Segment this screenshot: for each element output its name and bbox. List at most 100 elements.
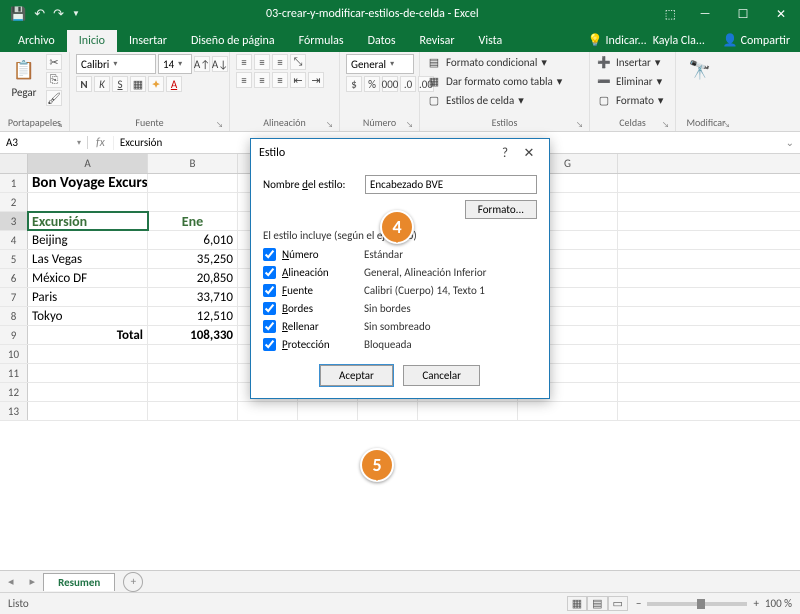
align-bottom-icon[interactable]: ≡	[272, 54, 288, 70]
col-header[interactable]: B	[148, 154, 238, 173]
col-header[interactable]: A	[28, 154, 148, 173]
cell[interactable]	[148, 345, 238, 363]
ribbon-display-icon[interactable]: ⬚	[661, 7, 680, 22]
zoom-level[interactable]: 100 %	[765, 597, 792, 610]
bold-icon[interactable]: N	[76, 76, 92, 92]
tab-formulas[interactable]: Fórmulas	[287, 30, 356, 52]
cell[interactable]	[518, 402, 618, 420]
cancel-button[interactable]: Cancelar	[403, 365, 480, 386]
cell[interactable]: 12,510	[148, 307, 238, 325]
minimize-button[interactable]: —	[686, 0, 724, 28]
row-header[interactable]: 2	[0, 193, 28, 211]
cell[interactable]: México DF	[28, 269, 148, 287]
expand-formula-icon[interactable]: ⌄	[780, 136, 800, 149]
increase-font-icon[interactable]: A↑	[194, 56, 210, 72]
cut-icon[interactable]: ✂	[46, 54, 62, 70]
include-checkbox[interactable]	[263, 248, 276, 261]
align-right-icon[interactable]: ≡	[272, 72, 288, 88]
align-middle-icon[interactable]: ≡	[254, 54, 270, 70]
cell[interactable]	[28, 193, 148, 211]
row-header[interactable]: 4	[0, 231, 28, 249]
row-header[interactable]: 9	[0, 326, 28, 344]
align-left-icon[interactable]: ≡	[236, 72, 252, 88]
ok-button[interactable]: Aceptar	[320, 365, 393, 386]
qat-dropdown-icon[interactable]: ▼	[72, 9, 80, 19]
increase-indent-icon[interactable]: ⇥	[308, 72, 324, 88]
include-checkbox[interactable]	[263, 302, 276, 315]
sheet-nav-next[interactable]: ▸	[22, 575, 44, 588]
conditional-format-button[interactable]: ▤Formato condicional ▾	[426, 54, 547, 70]
insert-cells-button[interactable]: ➕Insertar ▾	[596, 54, 660, 70]
cell[interactable]: Tokyo	[28, 307, 148, 325]
cell[interactable]: Excursión	[28, 212, 148, 230]
font-size-combo[interactable]: 14	[158, 54, 192, 74]
add-sheet-button[interactable]: +	[123, 572, 143, 592]
font-color-icon[interactable]: A	[166, 76, 182, 92]
underline-icon[interactable]: S	[112, 76, 128, 92]
tab-review[interactable]: Revisar	[408, 30, 467, 52]
cell[interactable]: Total	[28, 326, 148, 344]
find-button[interactable]: 🔭	[682, 54, 718, 86]
include-checkbox[interactable]	[263, 338, 276, 351]
increase-decimal-icon[interactable]: .0	[400, 76, 416, 92]
include-checkbox[interactable]	[263, 266, 276, 279]
cell[interactable]	[28, 402, 148, 420]
close-button[interactable]: ✕	[762, 0, 800, 28]
name-box[interactable]: A3	[0, 136, 88, 149]
cell[interactable]: 20,850	[148, 269, 238, 287]
cell[interactable]	[238, 402, 298, 420]
cell[interactable]: 6,010	[148, 231, 238, 249]
save-icon[interactable]: 💾	[10, 7, 26, 22]
dialog-close-button[interactable]: ✕	[517, 146, 541, 161]
italic-icon[interactable]: K	[94, 76, 110, 92]
cell[interactable]: Las Vegas	[28, 250, 148, 268]
dialog-help-button[interactable]: ?	[493, 146, 517, 161]
maximize-button[interactable]: ☐	[724, 0, 762, 28]
row-header[interactable]: 6	[0, 269, 28, 287]
cell[interactable]: 35,250	[148, 250, 238, 268]
format-painter-icon[interactable]: 🖌	[46, 90, 62, 106]
row-header[interactable]: 5	[0, 250, 28, 268]
paste-button[interactable]: 📋 Pegar	[6, 54, 42, 101]
cell[interactable]	[148, 174, 238, 192]
tab-home[interactable]: Inicio	[67, 30, 117, 52]
cell[interactable]: Beijing	[28, 231, 148, 249]
cell[interactable]	[298, 402, 358, 420]
format-as-table-button[interactable]: ▦Dar formato como tabla ▾	[426, 73, 562, 89]
row-header[interactable]: 3	[0, 212, 28, 230]
decrease-font-icon[interactable]: A↓	[212, 56, 228, 72]
row-header[interactable]: 10	[0, 345, 28, 363]
tell-me[interactable]: 💡 Indicar...	[588, 33, 647, 48]
style-name-input[interactable]	[365, 175, 537, 194]
view-buttons[interactable]: ▦▤▭	[567, 597, 628, 610]
fill-color-icon[interactable]: 🟆	[148, 76, 164, 92]
cell[interactable]: Ene	[148, 212, 238, 230]
tab-layout[interactable]: Diseño de página	[179, 30, 287, 52]
orientation-icon[interactable]: ⤡	[290, 54, 306, 70]
comma-icon[interactable]: 000	[382, 76, 398, 92]
cell[interactable]: Bon Voyage Excursiones	[28, 174, 148, 192]
tab-file[interactable]: Archivo	[6, 30, 67, 52]
select-all-corner[interactable]	[0, 154, 28, 173]
cell[interactable]	[418, 402, 518, 420]
share-button[interactable]: 👤 Compartir	[713, 29, 800, 52]
align-top-icon[interactable]: ≡	[236, 54, 252, 70]
cell[interactable]	[148, 383, 238, 401]
cell[interactable]: 33,710	[148, 288, 238, 306]
cell[interactable]: 108,330	[148, 326, 238, 344]
border-icon[interactable]: ▦	[130, 76, 146, 92]
account-name[interactable]: Kayla Cla...	[653, 34, 705, 48]
zoom-in-button[interactable]: +	[753, 597, 758, 610]
percent-icon[interactable]: %	[364, 76, 380, 92]
cell[interactable]	[28, 364, 148, 382]
decrease-indent-icon[interactable]: ⇤	[290, 72, 306, 88]
currency-icon[interactable]: $	[346, 76, 362, 92]
number-format-combo[interactable]: General	[346, 54, 414, 74]
cell[interactable]	[28, 383, 148, 401]
cell[interactable]	[148, 402, 238, 420]
sheet-tab-active[interactable]: Resumen	[43, 573, 115, 591]
cell[interactable]: Paris	[28, 288, 148, 306]
redo-icon[interactable]: ↷	[53, 7, 64, 22]
zoom-slider[interactable]	[647, 602, 747, 606]
include-checkbox[interactable]	[263, 320, 276, 333]
